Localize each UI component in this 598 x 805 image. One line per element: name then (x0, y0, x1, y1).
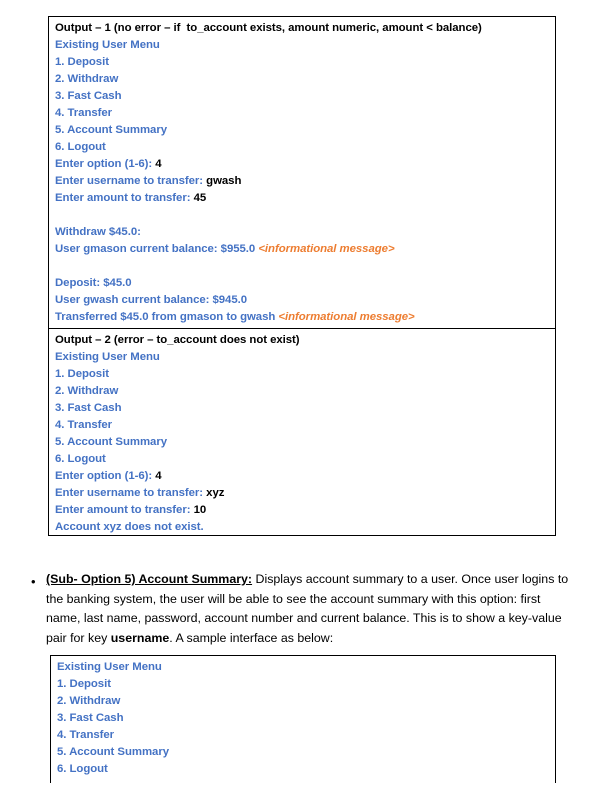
output-1-gmason-balance-text: User gmason current balance: $955.0 (55, 243, 259, 255)
account-summary-paragraph-body-2: . A sample interface as below: (169, 630, 334, 645)
output-1-menu-item-4: 4. Transfer (55, 107, 113, 119)
sample-interface-box: Existing User Menu 1. Deposit 2. Withdra… (50, 655, 556, 783)
output-1-transferred-note: <informational message> (278, 311, 415, 323)
output-1-prompt-username: Enter username to transfer: gwash (55, 173, 555, 190)
sample-menu-title: Existing User Menu (57, 661, 162, 673)
output-2-prompt-amount: Enter amount to transfer: 10 (55, 502, 555, 519)
output-1-gmason-balance-note: <informational message> (258, 243, 395, 255)
output-1-prompt-username-label: Enter username to transfer: (55, 175, 207, 187)
output-1-deposit-text: Deposit: $45.0 (55, 277, 132, 289)
sample-menu-item-6: 6. Logout (57, 763, 108, 775)
output-2-prompt-amount-value: 10 (193, 504, 207, 516)
output-1-menu-item-6: 6. Logout (55, 141, 106, 153)
output-2-error-line: Account xyz does not exist. (55, 521, 204, 533)
output-2-heading: Output – 2 (error – to_account does not … (55, 334, 300, 346)
output-1-heading: Output – 1 (no error – if to_account exi… (55, 22, 482, 34)
output-1-withdraw-text: Withdraw $45.0: (55, 226, 141, 238)
output-2-section: Output – 2 (error – to_account does not … (49, 328, 555, 538)
sample-menu-item-3: 3. Fast Cash (57, 712, 124, 724)
output-1-spacer-2 (55, 258, 555, 275)
output-1-section: Output – 1 (no error – if to_account exi… (49, 17, 555, 328)
output-1-menu-title: Existing User Menu (55, 39, 160, 51)
output-1-prompt-amount: Enter amount to transfer: 45 (55, 190, 555, 207)
output-2-prompt-username-label: Enter username to transfer: (55, 487, 207, 499)
output-1-menu-item-5: 5. Account Summary (55, 124, 167, 136)
output-1-menu-item-1: 1. Deposit (55, 56, 109, 68)
output-1-menu-item-3: 3. Fast Cash (55, 90, 122, 102)
output-2-menu-item-3: 3. Fast Cash (55, 402, 122, 414)
output-1-transferred-line: Transferred $45.0 from gmason to gwash <… (55, 309, 555, 326)
sample-menu-item-5: 5. Account Summary (57, 746, 169, 758)
output-2-menu-title: Existing User Menu (55, 351, 160, 363)
output-examples-box: Output – 1 (no error – if to_account exi… (48, 16, 556, 536)
output-2-prompt-option: Enter option (1-6): 4 (55, 468, 555, 485)
output-2-prompt-username: Enter username to transfer: xyz (55, 485, 555, 502)
output-1-deposit-line: Deposit: $45.0 (55, 275, 555, 292)
output-1-transferred-text: Transferred $45.0 from gmason to gwash (55, 311, 279, 323)
output-2-prompt-amount-label: Enter amount to transfer: (55, 504, 194, 516)
output-1-prompt-option-value: 4 (155, 158, 162, 170)
output-2-menu-item-6: 6. Logout (55, 453, 106, 465)
account-summary-paragraph-heading: (Sub- Option 5) Account Summary: (46, 572, 253, 586)
sample-menu-item-2: 2. Withdraw (57, 695, 121, 707)
bullet-marker-icon: • (31, 574, 36, 589)
output-1-prompt-amount-label: Enter amount to transfer: (55, 192, 194, 204)
output-1-prompt-username-value: gwash (206, 175, 242, 187)
output-1-prompt-option-label: Enter option (1-6): (55, 158, 156, 170)
account-summary-paragraph: (Sub- Option 5) Account Summary: Display… (46, 570, 570, 648)
sample-menu-item-4: 4. Transfer (57, 729, 115, 741)
output-2-menu-item-4: 4. Transfer (55, 419, 113, 431)
output-1-gmason-balance-line: User gmason current balance: $955.0 <inf… (55, 241, 555, 258)
output-1-spacer-1 (55, 207, 555, 224)
output-2-menu-item-1: 1. Deposit (55, 368, 109, 380)
output-2-menu-item-5: 5. Account Summary (55, 436, 167, 448)
output-2-prompt-option-value: 4 (155, 470, 162, 482)
output-1-menu-item-2: 2. Withdraw (55, 73, 119, 85)
output-1-gwash-balance-line: User gwash current balance: $945.0 (55, 292, 555, 309)
output-2-menu-item-2: 2. Withdraw (55, 385, 119, 397)
sample-menu-item-1: 1. Deposit (57, 678, 111, 690)
output-1-withdraw-line: Withdraw $45.0: (55, 224, 555, 241)
output-2-prompt-username-value: xyz (206, 487, 225, 499)
output-1-prompt-amount-value: 45 (193, 192, 207, 204)
sample-menu-section: Existing User Menu 1. Deposit 2. Withdra… (51, 656, 555, 780)
account-summary-paragraph-emphasis: username (110, 630, 170, 645)
account-summary-description: • (Sub- Option 5) Account Summary: Displ… (22, 570, 570, 648)
output-1-prompt-option: Enter option (1-6): 4 (55, 156, 555, 173)
output-1-gwash-balance-text: User gwash current balance: $945.0 (55, 294, 248, 306)
output-2-prompt-option-label: Enter option (1-6): (55, 470, 156, 482)
